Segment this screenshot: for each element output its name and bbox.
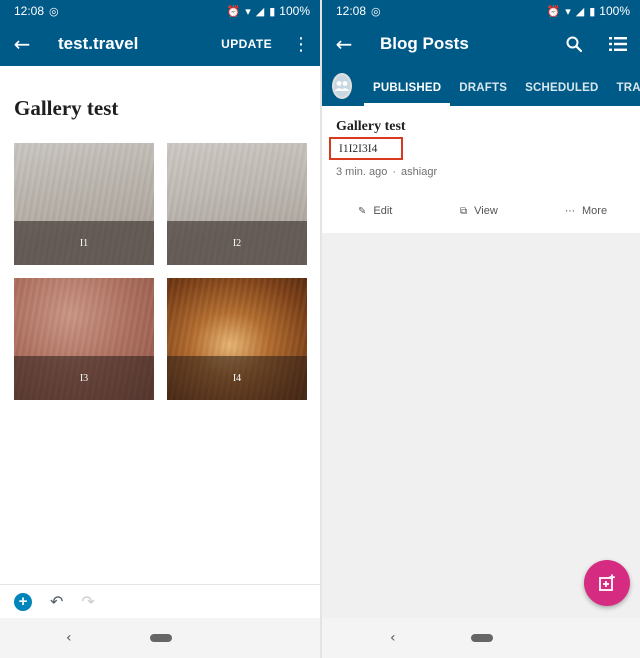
battery-level: 100%	[279, 4, 310, 18]
sync-icon: ◎	[49, 4, 59, 18]
gallery-image-3[interactable]: I3	[14, 278, 154, 400]
undo-icon[interactable]: ↶	[50, 592, 63, 611]
author-filter-icon[interactable]	[332, 73, 352, 99]
redo-icon[interactable]: ↷	[81, 592, 94, 611]
gallery-block[interactable]: I1 I2 I3 I4	[14, 143, 307, 400]
tab-drafts[interactable]: DRAFTS	[450, 82, 516, 106]
tab-trash[interactable]: TRASH	[607, 82, 640, 106]
more-button[interactable]: ⋯ More	[565, 205, 607, 217]
sync-icon: ◎	[371, 4, 381, 18]
more-label: More	[582, 205, 608, 217]
wifi-icon: ▾	[565, 4, 571, 18]
system-nav-bar: ‹	[322, 618, 640, 658]
editor-toolbar: + ↶ ↷	[0, 584, 320, 618]
more-horiz-icon: ⋯	[565, 205, 575, 217]
status-time: 12:08	[14, 4, 45, 18]
battery-icon: ▮	[589, 4, 596, 18]
signal-icon: ◢	[255, 4, 265, 18]
tab-scheduled[interactable]: SCHEDULED	[516, 82, 607, 106]
gallery-caption[interactable]: I1	[14, 221, 154, 265]
more-vert-icon[interactable]: ⋮	[290, 34, 312, 55]
nav-back-icon[interactable]: ‹	[390, 630, 396, 646]
update-button[interactable]: UPDATE	[221, 37, 272, 51]
gallery-image-2[interactable]: I2	[167, 143, 307, 265]
editor-screen: 12:08 ◎ ⏰ ▾ ◢ ▮ 100% ← test.travel UPDAT…	[0, 0, 320, 658]
editor-app-bar: ← test.travel UPDATE ⋮	[0, 22, 320, 66]
post-status-tabs: PUBLISHED DRAFTS SCHEDULED TRASH	[322, 66, 640, 106]
post-actions: ✎ Edit ⧉ View ⋯ More	[322, 205, 640, 223]
status-bar: 12:08 ◎ ⏰ ▾ ◢ ▮ 100%	[0, 0, 320, 22]
post-time: 3 min. ago	[336, 166, 388, 178]
edit-label: Edit	[373, 205, 393, 217]
post-excerpt: I1I2I3I4	[339, 142, 378, 155]
external-link-icon: ⧉	[460, 205, 468, 217]
add-block-icon[interactable]: +	[14, 592, 32, 611]
battery-level: 100%	[599, 4, 630, 18]
post-author: ashiagr	[401, 166, 438, 178]
battery-icon: ▮	[269, 4, 276, 18]
back-arrow-icon[interactable]: ←	[0, 22, 44, 66]
gallery-caption[interactable]: I2	[167, 221, 307, 265]
home-pill[interactable]	[471, 634, 493, 642]
status-time: 12:08	[336, 4, 367, 18]
back-arrow-icon[interactable]: ←	[322, 22, 366, 66]
excerpt-highlight-box: I1I2I3I4	[329, 137, 403, 160]
gallery-image-4[interactable]: I4	[167, 278, 307, 400]
create-post-fab[interactable]	[584, 560, 630, 606]
wifi-icon: ▾	[245, 4, 251, 18]
alarm-icon: ⏰	[546, 4, 561, 18]
home-pill[interactable]	[150, 634, 172, 642]
system-nav-bar: ‹	[0, 618, 320, 658]
status-bar: 12:08 ◎ ⏰ ▾ ◢ ▮ 100%	[322, 0, 640, 22]
edit-button[interactable]: ✎ Edit	[358, 205, 392, 217]
signal-icon: ◢	[575, 4, 585, 18]
post-card-title[interactable]: Gallery test	[336, 119, 406, 135]
post-meta: 3 min. ago · ashiagr	[336, 166, 437, 178]
create-post-icon	[599, 574, 615, 591]
posts-title: Blog Posts	[380, 34, 469, 53]
post-title[interactable]: Gallery test	[14, 96, 118, 121]
view-button[interactable]: ⧉ View	[460, 205, 498, 217]
nav-back-icon[interactable]: ‹	[66, 630, 72, 646]
list-view-icon[interactable]	[606, 36, 630, 52]
gallery-image-1[interactable]: I1	[14, 143, 154, 265]
pencil-icon: ✎	[358, 205, 367, 217]
alarm-icon: ⏰	[226, 4, 241, 18]
tab-published[interactable]: PUBLISHED	[364, 82, 451, 106]
search-icon[interactable]	[562, 35, 586, 53]
meta-separator: ·	[392, 166, 397, 178]
posts-app-bar: ← Blog Posts	[322, 22, 640, 66]
site-title: test.travel	[58, 34, 139, 53]
view-label: View	[474, 205, 498, 217]
gallery-caption[interactable]: I4	[167, 356, 307, 400]
post-card[interactable]: Gallery test I1I2I3I4 3 min. ago · ashiagr…	[322, 106, 640, 233]
posts-screen: 12:08 ◎ ⏰ ▾ ◢ ▮ 100% ← Blog Posts PUBLIS…	[322, 0, 640, 658]
gallery-caption[interactable]: I3	[14, 356, 154, 400]
